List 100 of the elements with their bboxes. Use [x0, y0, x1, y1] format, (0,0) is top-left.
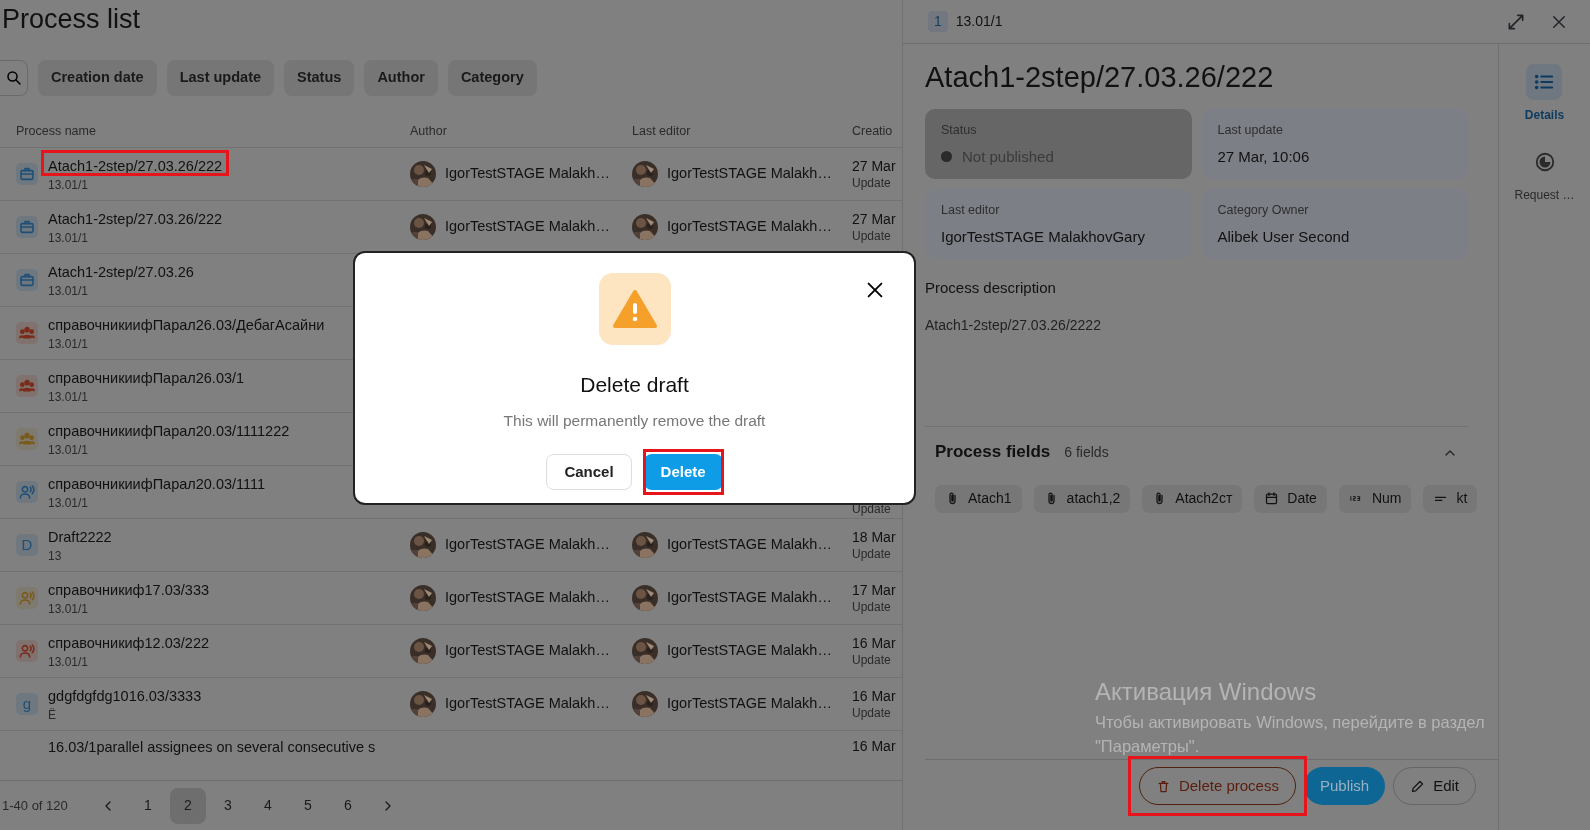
- update-label: Update: [852, 599, 892, 615]
- filter-chip[interactable]: Creation date: [38, 60, 157, 96]
- search-button[interactable]: [0, 60, 28, 96]
- info-value: 27 Mar, 10:06: [1217, 146, 1310, 167]
- process-code: 13.01/1: [48, 229, 90, 246]
- author-name: IgorTestSTAGE Malakh…: [445, 588, 610, 608]
- dialog-message: This will permanently remove the draft: [503, 410, 766, 431]
- page-button[interactable]: 3: [209, 787, 246, 824]
- cancel-button[interactable]: Cancel: [546, 453, 632, 490]
- section-title: Process fields: [935, 441, 1051, 464]
- update-label: Update: [852, 175, 892, 191]
- dialog-title: Delete draft: [580, 372, 689, 398]
- process-name[interactable]: справочникиифПарал20.03/1111222: [48, 421, 290, 440]
- creation-date: 18 Mar: [852, 528, 897, 546]
- process-title: Atach1-2step/27.03.26/222: [925, 60, 1275, 95]
- update-label: Update: [852, 705, 892, 721]
- status-dot: [941, 151, 952, 163]
- creation-date: 17 Mar: [852, 581, 897, 599]
- info-value: Alibek User Second: [1217, 226, 1350, 247]
- page-button[interactable]: 1: [129, 787, 166, 824]
- delete-button[interactable]: Delete process: [1138, 767, 1296, 805]
- process-code: Ё: [48, 706, 57, 723]
- creation-date: 27 Mar: [852, 210, 897, 228]
- info-label: Status: [941, 121, 978, 139]
- update-label: Update: [852, 546, 892, 562]
- filter-chip[interactable]: Author: [364, 60, 438, 96]
- expand-icon: [1506, 12, 1526, 33]
- column-header: Last editor: [632, 123, 692, 141]
- process-name[interactable]: справочникиф17.03/333: [48, 580, 210, 599]
- process-code: 13.01/1: [48, 494, 90, 511]
- author-name: IgorTestSTAGE Malakh…: [445, 217, 610, 237]
- editor-name: IgorTestSTAGE Malakh…: [667, 588, 832, 608]
- info-label: Last editor: [941, 201, 1001, 219]
- warning-icon: [598, 273, 671, 345]
- rail-tab[interactable]: Request …: [1514, 144, 1575, 204]
- info-label: Category Owner: [1217, 201, 1310, 219]
- page-button[interactable]: 4: [249, 787, 286, 824]
- process-name[interactable]: Atach1-2step/27.03.26/222: [48, 156, 223, 175]
- process-code: 13.01/1: [48, 600, 90, 617]
- field-chip: Num: [1338, 484, 1412, 513]
- letter-icon: D: [16, 534, 38, 556]
- column-header: Creatio: [852, 123, 894, 141]
- editor-name: IgorTestSTAGE Malakh…: [667, 641, 832, 661]
- field-chip: Date: [1254, 484, 1327, 513]
- update-label: Update: [852, 652, 892, 668]
- process-code: 13.01/1: [48, 441, 90, 458]
- process-code: 13.01/1: [48, 653, 90, 670]
- field-chip: Atach2ст: [1142, 484, 1243, 513]
- author-name: IgorTestSTAGE Malakh…: [445, 694, 610, 714]
- search-icon: [4, 69, 23, 87]
- process-code: 13.01/1: [48, 176, 90, 193]
- process-code: 13: [48, 547, 63, 564]
- field-chip: kt: [1423, 484, 1478, 513]
- editor-name: IgorTestSTAGE Malakh…: [667, 694, 832, 714]
- process-name[interactable]: справочникиифПарал20.03/1111: [48, 474, 266, 493]
- page-button[interactable]: 2: [169, 787, 206, 824]
- process-code: 13.01/1: [48, 335, 90, 352]
- author-name: IgorTestSTAGE Malakh…: [445, 535, 610, 555]
- author-name: IgorTestSTAGE Malakh…: [445, 164, 610, 184]
- creation-date: 16 Mar: [852, 687, 897, 705]
- letter-icon: g: [16, 693, 38, 715]
- field-chip: Atach1: [935, 484, 1022, 513]
- column-header: Process name: [15, 123, 97, 141]
- field-chip: atach1,2: [1033, 484, 1131, 513]
- page-button[interactable]: 5: [289, 787, 326, 824]
- info-label: Last update: [1217, 121, 1284, 139]
- process-code: 13.01/1: [48, 388, 90, 405]
- process-code: 13.01/1: [955, 12, 1003, 31]
- delete-button[interactable]: Delete: [643, 453, 723, 490]
- update-label: Update: [852, 501, 892, 517]
- process-name[interactable]: Atach1-2step/27.03.26/222: [48, 209, 223, 228]
- page-title: Process list: [1, 3, 142, 36]
- page-button[interactable]: 6: [329, 787, 366, 824]
- process-name[interactable]: 16.03/1parallel assignees on several consecutive s: [48, 738, 376, 756]
- calendar-icon: [1264, 491, 1280, 507]
- clock-icon: [1533, 151, 1556, 173]
- filter-chip[interactable]: Category: [447, 60, 537, 96]
- info-value: IgorTestSTAGE MalakhovGary: [941, 226, 1145, 247]
- creation-date: 16 Mar: [852, 737, 897, 755]
- filter-chip[interactable]: Status: [284, 60, 355, 96]
- field-count: 6 fields: [1064, 442, 1109, 462]
- process-code: 13.01/1: [48, 282, 90, 299]
- process-name[interactable]: справочникиф12.03/222: [48, 633, 210, 652]
- author-name: IgorTestSTAGE Malakh…: [445, 641, 610, 661]
- description-text: Atach1-2step/27.03.26/2222: [925, 316, 1102, 336]
- process-name[interactable]: справочникиифПарал26.03/ДебагАсайни: [48, 315, 325, 334]
- process-name[interactable]: Draft2222: [48, 527, 112, 546]
- process-name[interactable]: gdgfdgfdg1016.03/3333: [48, 686, 202, 705]
- update-label: Update: [852, 228, 892, 244]
- filter-chip[interactable]: Last update: [166, 60, 275, 96]
- process-name[interactable]: справочникиифПарал26.03/1: [48, 368, 245, 387]
- page-range: 1-40 of 120: [2, 796, 68, 815]
- edit-button[interactable]: Edit: [1393, 767, 1476, 805]
- editor-name: IgorTestSTAGE Malakh…: [667, 535, 832, 555]
- creation-date: 27 Mar: [852, 157, 897, 175]
- editor-name: IgorTestSTAGE Malakh…: [667, 217, 832, 237]
- process-name[interactable]: Atach1-2step/27.03.26: [48, 262, 194, 281]
- pencil-icon: [1410, 778, 1426, 794]
- description-label: Process description: [925, 277, 1057, 298]
- creation-date: 16 Mar: [852, 634, 897, 652]
